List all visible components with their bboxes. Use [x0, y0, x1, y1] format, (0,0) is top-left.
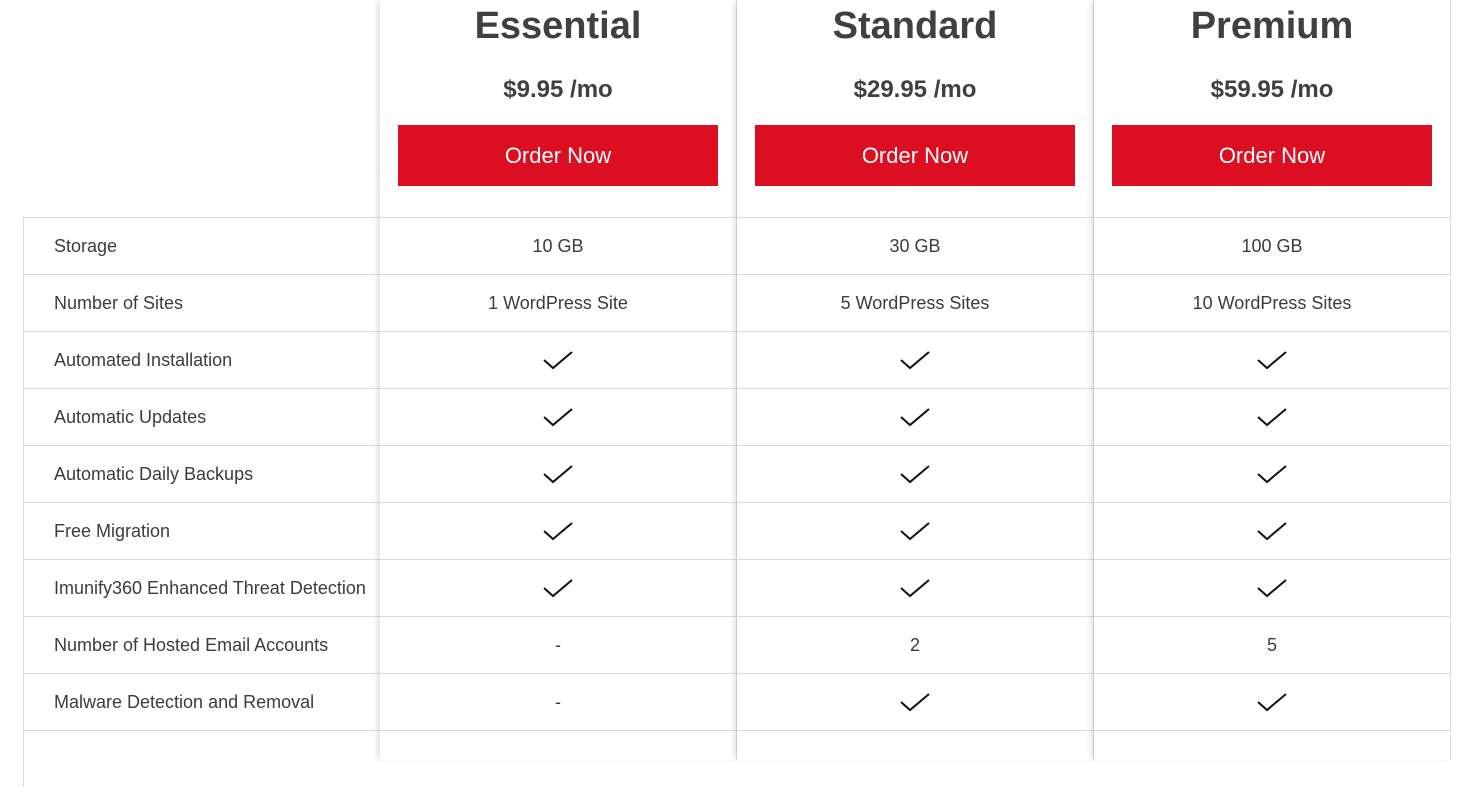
- feature-label: Automatic Updates: [24, 388, 381, 445]
- feature-value-cell: 1 WordPress Site: [380, 274, 736, 331]
- feature-value-cell: [737, 388, 1093, 445]
- order-now-button-essential[interactable]: Order Now: [398, 125, 718, 186]
- feature-value: 10 GB: [532, 235, 584, 256]
- check-icon: [900, 522, 930, 541]
- feature-label: Number of Sites: [24, 274, 381, 331]
- check-icon: [900, 579, 930, 598]
- check-icon: [1257, 579, 1287, 598]
- feature-value-cell: [737, 445, 1093, 502]
- feature-value-cell: 10 WordPress Sites: [1094, 274, 1450, 331]
- check-icon: [1257, 408, 1287, 427]
- feature-value-cell: [380, 388, 736, 445]
- feature-value-cell: [1094, 331, 1450, 388]
- check-icon: [900, 408, 930, 427]
- feature-value: 2: [909, 634, 920, 655]
- plan-header: Standard $29.95 /mo Order Now: [737, 0, 1093, 217]
- check-icon: [1257, 465, 1287, 484]
- check-icon: [1257, 351, 1287, 370]
- check-icon: [543, 522, 573, 541]
- feature-label: Automated Installation: [24, 331, 381, 388]
- plan-price: $59.95 /mo: [1210, 76, 1334, 103]
- feature-value-cell: [1094, 673, 1450, 730]
- feature-value-cell: 5 WordPress Sites: [737, 274, 1093, 331]
- feature-value-cell: -: [380, 616, 736, 673]
- plan-name: Premium: [1190, 5, 1354, 47]
- feature-label: Automatic Daily Backups: [24, 445, 381, 502]
- feature-value-cell: [737, 331, 1093, 388]
- plan-price: $29.95 /mo: [853, 76, 977, 103]
- check-icon: [900, 465, 930, 484]
- feature-value-cell: 100 GB: [1094, 217, 1450, 274]
- feature-label: Free Migration: [24, 502, 381, 559]
- check-icon: [543, 579, 573, 598]
- feature-value-cell: [380, 445, 736, 502]
- check-icon: [900, 693, 930, 712]
- feature-value-cell: [737, 673, 1093, 730]
- feature-value-cell: [380, 559, 736, 616]
- feature-value: 5: [1266, 634, 1277, 655]
- plan-name: Essential: [474, 5, 642, 47]
- feature-label: Storage: [24, 217, 381, 274]
- plan-price: $9.95 /mo: [503, 76, 613, 103]
- check-icon: [543, 465, 573, 484]
- feature-value: 5 WordPress Sites: [840, 292, 990, 313]
- feature-value-cell: [380, 331, 736, 388]
- order-now-button-standard[interactable]: Order Now: [755, 125, 1075, 186]
- feature-value-cell: 2: [737, 616, 1093, 673]
- feature-value-cell: [1094, 445, 1450, 502]
- order-now-button-premium[interactable]: Order Now: [1112, 125, 1432, 186]
- feature-value-cell: 5: [1094, 616, 1450, 673]
- check-icon: [1257, 693, 1287, 712]
- feature-value: -: [555, 691, 561, 712]
- feature-label: Imunify360 Enhanced Threat Detection: [24, 559, 381, 616]
- feature-label-column: Storage Number of Sites Automated Installa…: [23, 217, 381, 787]
- check-icon: [543, 351, 573, 370]
- plan-column-premium: Premium $59.95 /mo Order Now 100 GB 10 Wo…: [1094, 0, 1451, 760]
- check-icon: [900, 351, 930, 370]
- feature-value: -: [555, 634, 561, 655]
- feature-value-cell: [1094, 502, 1450, 559]
- feature-value-cell: [737, 502, 1093, 559]
- plan-column-standard: Standard $29.95 /mo Order Now 30 GB 5 Wor…: [737, 0, 1094, 760]
- feature-value: 1 WordPress Site: [488, 292, 628, 313]
- feature-value-cell: [1094, 559, 1450, 616]
- feature-value: 10 WordPress Sites: [1192, 292, 1352, 313]
- feature-value-cell: -: [380, 673, 736, 730]
- feature-value-cell: 30 GB: [737, 217, 1093, 274]
- plan-name: Standard: [832, 5, 998, 47]
- feature-value-cell: [380, 502, 736, 559]
- plan-header: Premium $59.95 /mo Order Now: [1094, 0, 1450, 217]
- plan-header: Essential $9.95 /mo Order Now: [380, 0, 736, 217]
- feature-value: 100 GB: [1241, 235, 1303, 256]
- feature-value: 30 GB: [889, 235, 941, 256]
- feature-value-cell: [1094, 388, 1450, 445]
- check-icon: [543, 408, 573, 427]
- feature-label: Number of Hosted Email Accounts: [24, 616, 381, 673]
- feature-label: Malware Detection and Removal: [24, 673, 381, 730]
- check-icon: [1257, 522, 1287, 541]
- feature-value-cell: 10 GB: [380, 217, 736, 274]
- feature-value-cell: [737, 559, 1093, 616]
- plan-column-essential: Essential $9.95 /mo Order Now 10 GB 1 Wor…: [380, 0, 737, 760]
